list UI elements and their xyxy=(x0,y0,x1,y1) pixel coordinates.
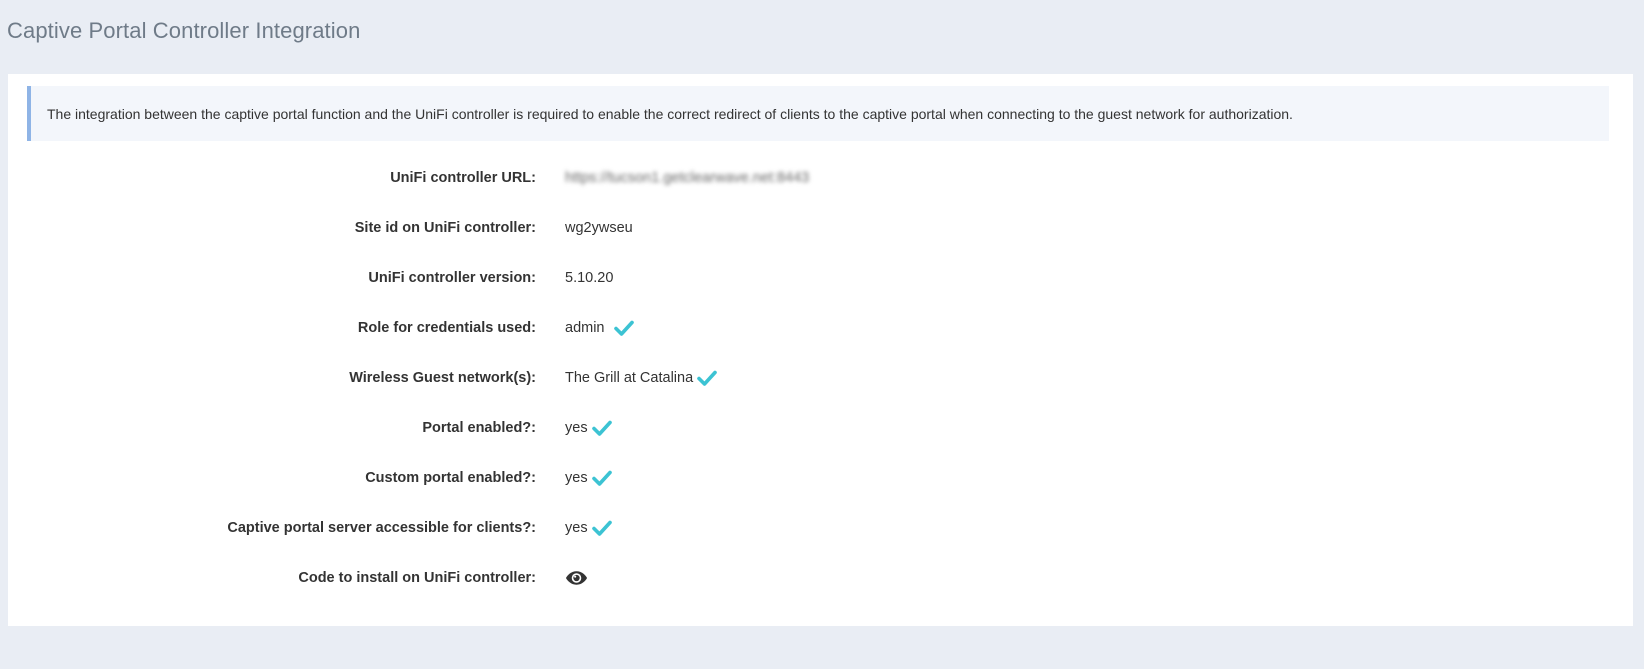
row-site-id: Site id on UniFi controller: wg2ywseu xyxy=(8,216,1633,240)
integration-panel: The integration between the captive port… xyxy=(8,74,1633,626)
site-id-value: wg2ywseu xyxy=(565,220,633,236)
server-accessible-value: yes xyxy=(565,520,588,536)
row-install-code: Code to install on UniFi controller: xyxy=(8,566,1633,590)
guest-networks-value: The Grill at Catalina xyxy=(565,370,694,386)
row-custom-portal-enabled: Custom portal enabled?: yes xyxy=(8,466,1633,490)
custom-portal-enabled-value-wrap: yes xyxy=(565,469,612,487)
eye-icon[interactable] xyxy=(565,570,588,586)
portal-enabled-value-wrap: yes xyxy=(565,419,612,437)
portal-enabled-value: yes xyxy=(565,420,588,436)
row-controller-url: UniFi controller URL: https://tucson1.ge… xyxy=(8,166,1633,190)
guest-networks-label: Wireless Guest network(s): xyxy=(349,370,536,386)
controller-version-value: 5.10.20 xyxy=(565,270,614,286)
info-text: The integration between the captive port… xyxy=(47,105,1293,122)
server-accessible-label: Captive portal server accessible for cli… xyxy=(227,520,536,536)
controller-version-label: UniFi controller version: xyxy=(368,270,536,286)
check-icon xyxy=(697,370,717,386)
row-guest-networks: Wireless Guest network(s): The Grill at … xyxy=(8,366,1633,390)
guest-networks-value-wrap: The Grill at Catalina xyxy=(565,369,717,387)
page-title: Captive Portal Controller Integration xyxy=(7,18,361,43)
check-icon xyxy=(591,520,612,536)
row-portal-enabled: Portal enabled?: yes xyxy=(8,416,1633,440)
custom-portal-enabled-value: yes xyxy=(565,470,588,486)
install-code-label: Code to install on UniFi controller: xyxy=(298,570,536,586)
credentials-role-value-wrap: admin xyxy=(565,319,634,337)
portal-enabled-label: Portal enabled?: xyxy=(422,420,536,436)
controller-url-value: https://tucson1.getclearwave.net:8443 xyxy=(565,170,810,186)
install-code-value-wrap xyxy=(565,570,588,586)
controller-url-label: UniFi controller URL: xyxy=(390,170,536,186)
row-server-accessible: Captive portal server accessible for cli… xyxy=(8,516,1633,540)
server-accessible-value-wrap: yes xyxy=(565,519,612,537)
row-controller-version: UniFi controller version: 5.10.20 xyxy=(8,266,1633,290)
site-id-label: Site id on UniFi controller: xyxy=(354,220,536,236)
credentials-role-label: Role for credentials used: xyxy=(357,320,536,336)
credentials-role-value: admin xyxy=(565,320,605,336)
row-credentials-role: Role for credentials used: admin xyxy=(8,316,1633,340)
check-icon xyxy=(613,320,634,336)
info-callout: The integration between the captive port… xyxy=(27,86,1609,141)
check-icon xyxy=(591,420,612,436)
check-icon xyxy=(591,470,612,486)
custom-portal-enabled-label: Custom portal enabled?: xyxy=(365,470,536,486)
